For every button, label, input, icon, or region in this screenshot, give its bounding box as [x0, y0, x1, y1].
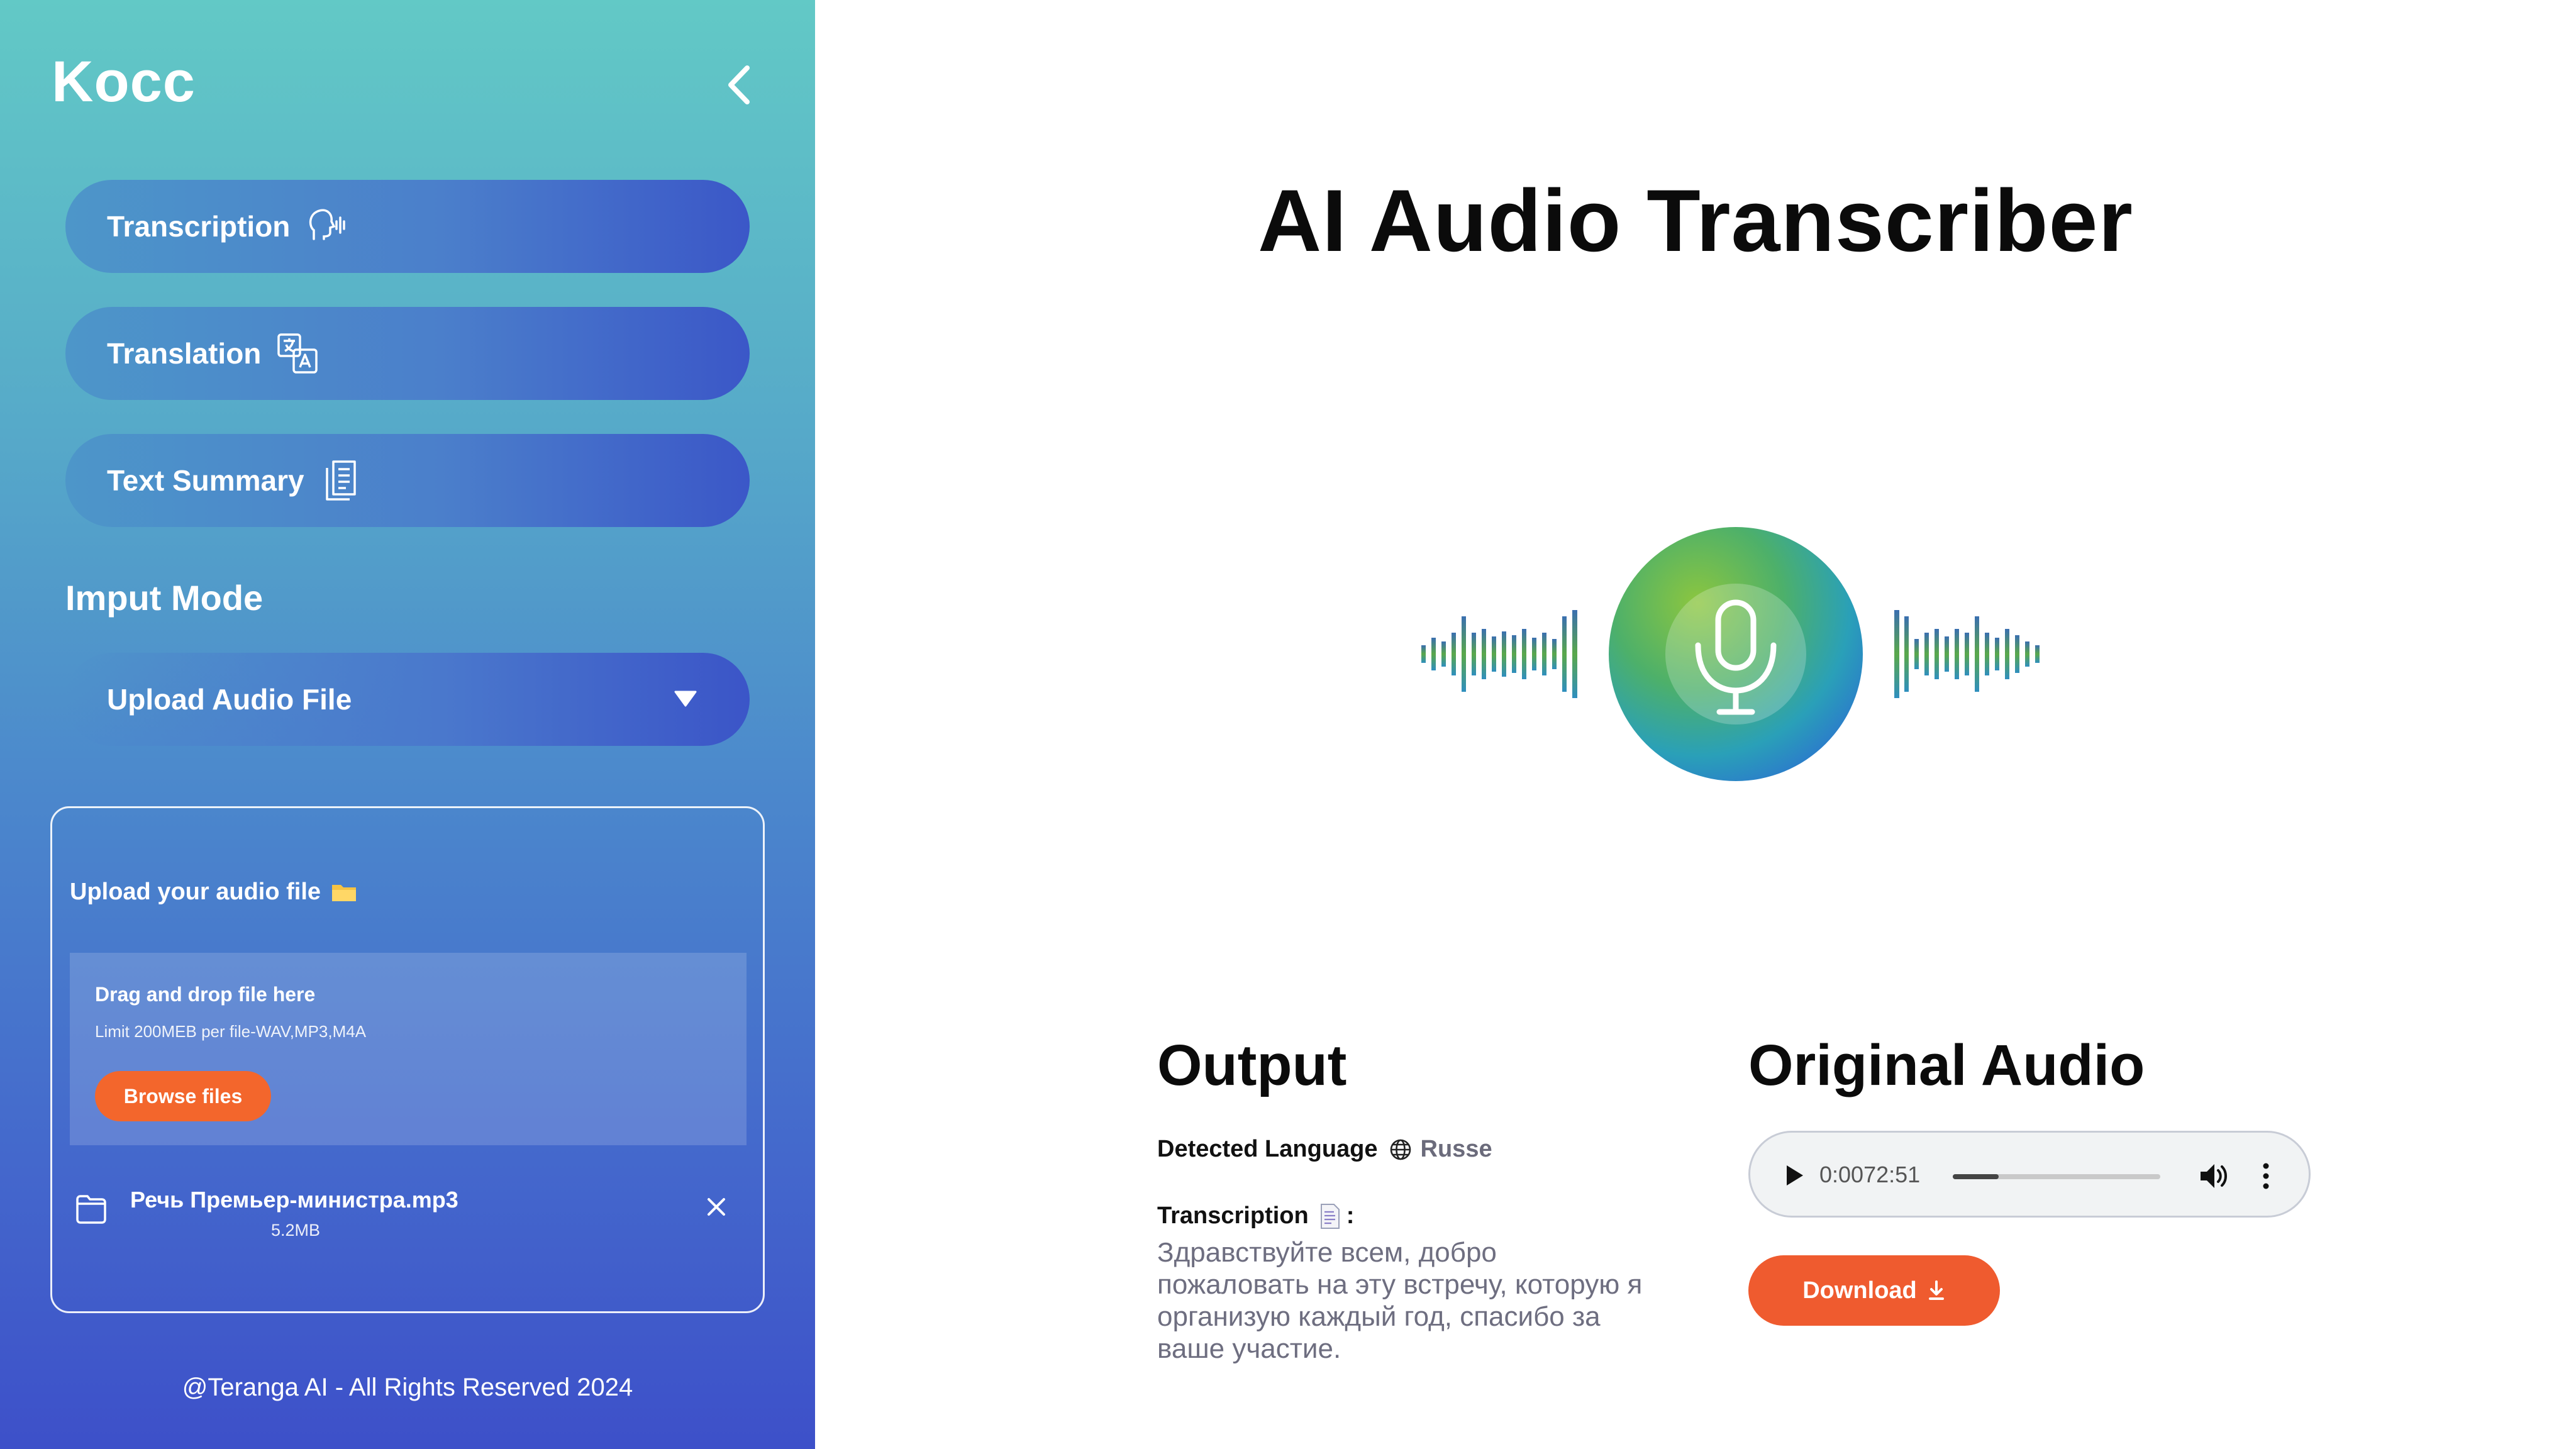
original-audio-heading: Original Audio: [1748, 1033, 2145, 1097]
page-title: AI Audio Transcriber: [1258, 171, 2133, 270]
input-mode-label: Imput Mode: [65, 578, 264, 618]
uploaded-file-item: Речь Премьер-министра.mp3 5.2MB: [70, 1185, 747, 1255]
documents-icon: [319, 459, 362, 502]
detected-language-value: Russe: [1420, 1136, 1492, 1162]
file-name: Речь Премьер-министра.mp3: [130, 1187, 458, 1213]
input-mode-value: Upload Audio File: [107, 683, 352, 716]
nav-transcription-label: Transcription: [107, 210, 291, 243]
dropzone-limit: Limit 200MEB per file-WAV,MP3,M4A: [95, 1022, 367, 1041]
play-icon[interactable]: [1783, 1163, 1806, 1188]
dropzone-title: Drag and drop file here: [95, 983, 316, 1006]
nav-transcription-button[interactable]: Transcription: [65, 180, 750, 273]
download-icon: [1928, 1280, 1944, 1300]
output-heading: Output: [1157, 1033, 1347, 1097]
voice-recognition-icon: [305, 205, 348, 248]
file-dropzone[interactable]: Drag and drop file here Limit 200MEB per…: [70, 953, 747, 1145]
download-label: Download: [1802, 1277, 1917, 1304]
nav-translation-button[interactable]: Translation: [65, 307, 750, 400]
folder-icon: [332, 884, 357, 901]
transcription-colon: :: [1346, 1202, 1355, 1229]
upload-title-text: Upload your audio file: [70, 879, 321, 905]
upload-title: Upload your audio file: [70, 879, 357, 906]
file-icon: [76, 1195, 106, 1224]
chevron-left-icon: [728, 65, 750, 104]
translate-icon: [276, 332, 319, 375]
audio-progress-bar[interactable]: [1953, 1174, 2160, 1179]
input-mode-select[interactable]: Upload Audio File: [65, 653, 750, 746]
transcription-text: Здравствуйте всем, добро пожаловать на э…: [1157, 1237, 1643, 1364]
close-icon[interactable]: [704, 1194, 729, 1219]
microphone-waveform-icon: [1421, 527, 2040, 781]
collapse-sidebar-button[interactable]: [721, 63, 758, 107]
transcription-label-row: Transcription :: [1157, 1202, 1354, 1230]
audio-time: 0:0072:51: [1819, 1162, 1921, 1187]
file-size: 5.2MB: [271, 1221, 321, 1240]
transcription-label: Transcription: [1157, 1202, 1309, 1229]
detected-language-label: Detected Language: [1157, 1136, 1378, 1162]
audio-progress-fill: [1953, 1174, 1999, 1179]
nav-text-summary-button[interactable]: Text Summary: [65, 434, 750, 527]
sidebar: Kocc Transcription Translation Text Summ…: [0, 0, 815, 1449]
globe-icon: [1390, 1139, 1411, 1160]
brand-logo: Kocc: [52, 50, 196, 114]
detected-language-row: Detected Language Russe: [1157, 1136, 1492, 1163]
audio-player[interactable]: 0:0072:51: [1748, 1131, 2311, 1218]
document-icon: [1320, 1203, 1340, 1229]
upload-card: Upload your audio file Drag and drop fil…: [50, 806, 765, 1313]
browse-files-button[interactable]: Browse files: [95, 1071, 271, 1121]
caret-down-icon: [674, 691, 697, 707]
volume-icon[interactable]: [2198, 1160, 2229, 1192]
nav-text-summary-label: Text Summary: [107, 464, 304, 497]
nav-translation-label: Translation: [107, 337, 262, 370]
footer-copyright: @Teranga AI - All Rights Reserved 2024: [182, 1374, 633, 1401]
download-button[interactable]: Download: [1748, 1255, 2000, 1326]
more-options-icon[interactable]: [2260, 1160, 2272, 1192]
